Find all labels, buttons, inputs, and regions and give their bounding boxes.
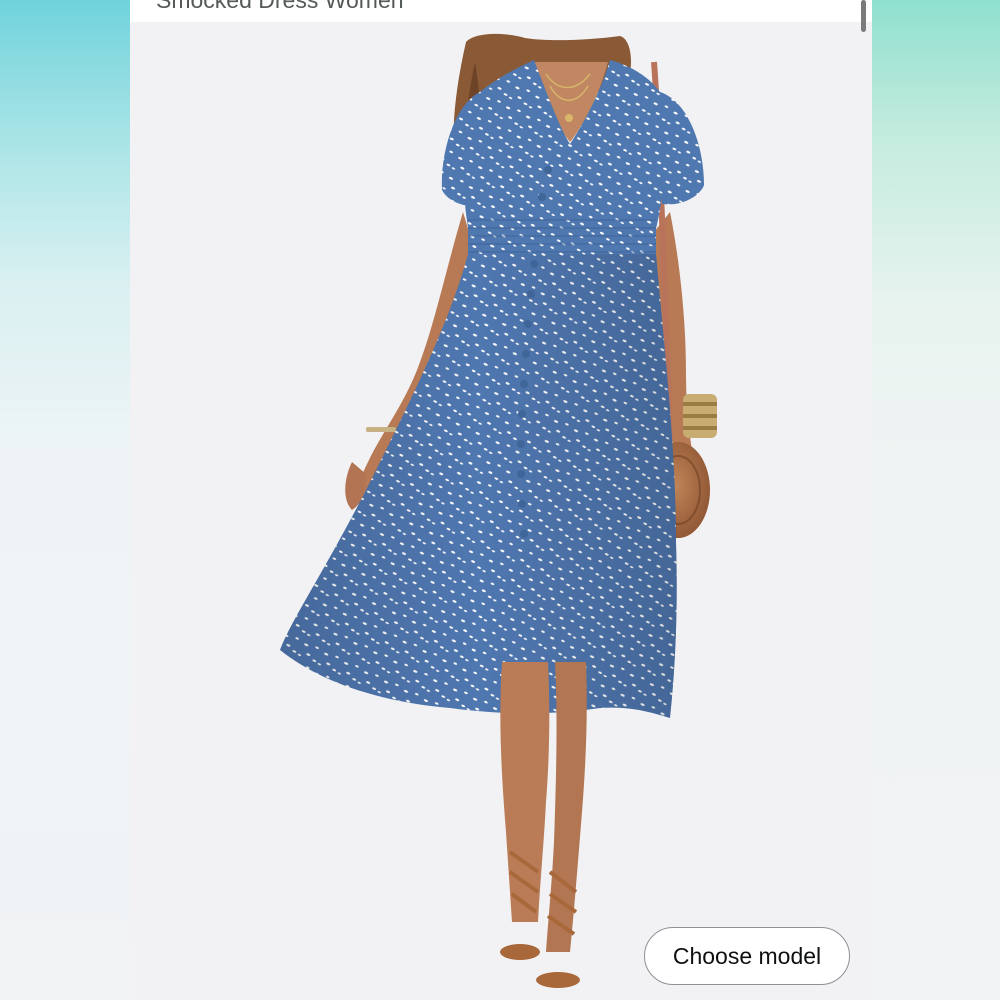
product-photo[interactable] bbox=[130, 22, 872, 1000]
choose-model-button[interactable]: Choose model bbox=[644, 927, 850, 985]
phone-screen: Smocked Dress Women Choose model bbox=[130, 0, 872, 1000]
background-right bbox=[870, 0, 1000, 1000]
right-sleeve bbox=[660, 92, 704, 205]
smocked-waist bbox=[468, 212, 656, 256]
product-title-bar: Smocked Dress Women bbox=[130, 0, 872, 22]
left-sleeve bbox=[441, 92, 485, 207]
product-title: Smocked Dress Women bbox=[156, 0, 404, 13]
